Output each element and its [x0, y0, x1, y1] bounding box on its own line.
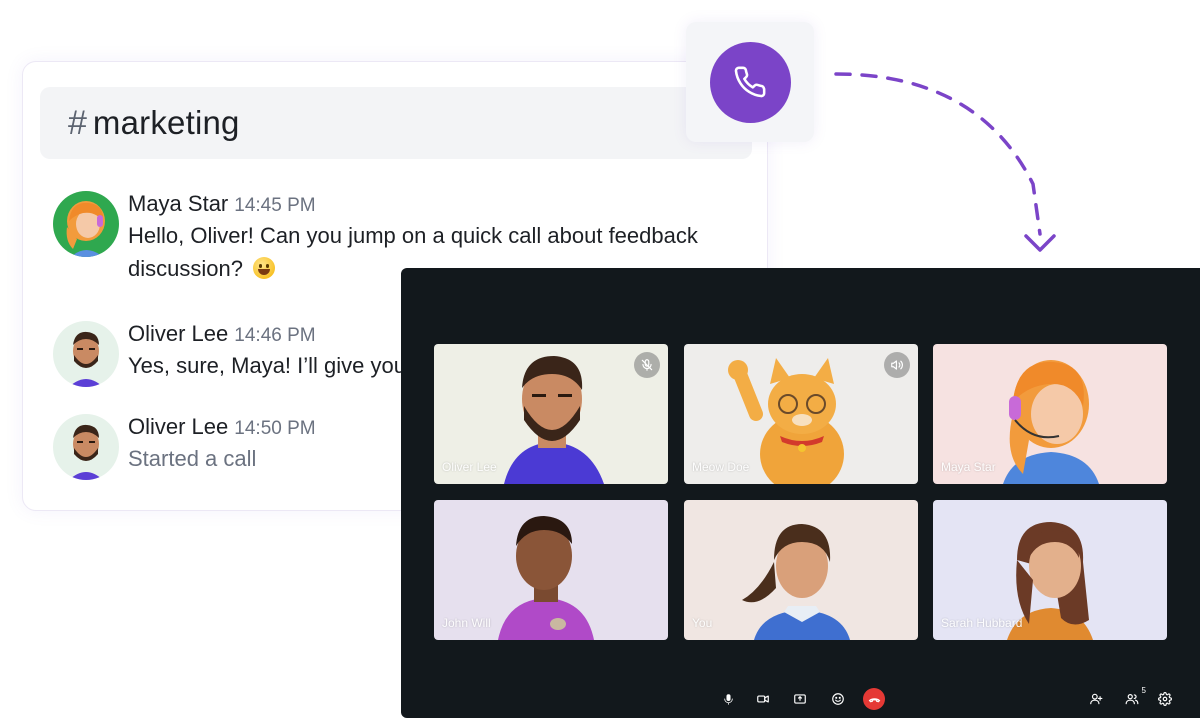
- message-author: Maya Star: [128, 191, 229, 216]
- speaker-icon: [891, 360, 903, 370]
- participant-name: Maya Star: [941, 460, 996, 474]
- camera-icon: [757, 695, 769, 703]
- call-controls: 5: [401, 678, 1200, 718]
- participant-tile[interactable]: John Will: [434, 500, 668, 640]
- message-time: 14:50 PM: [234, 418, 316, 439]
- avatar-oliver[interactable]: [53, 414, 119, 480]
- speaker-badge: [884, 352, 910, 378]
- participant-name: John Will: [442, 616, 491, 630]
- channel-header[interactable]: # marketing: [40, 87, 752, 159]
- grinning-emoji-icon: [253, 257, 276, 279]
- participant-tile[interactable]: Sarah Hubbard: [933, 500, 1167, 640]
- add-person-button[interactable]: [1085, 688, 1107, 710]
- message-text-line2: discussion?: [128, 256, 250, 281]
- participant-video: [684, 500, 918, 640]
- message-text: Started a call: [128, 446, 257, 471]
- message-author: Oliver Lee: [128, 414, 229, 439]
- screen-share-icon: [794, 694, 806, 704]
- participant-name: Meow Doe: [692, 460, 750, 474]
- message-text: Yes, sure, Maya! I’ll give you: [128, 353, 406, 378]
- participants-icon: [1125, 694, 1139, 705]
- message-author: Oliver Lee: [128, 321, 229, 346]
- emoji-icon: [832, 693, 844, 705]
- message-text-line1: Hello, Oliver! Can you jump on a quick c…: [128, 223, 698, 248]
- video-call-panel: Oliver Lee Meow Doe Maya Star John Will …: [401, 268, 1200, 718]
- participant-tile[interactable]: Oliver Lee: [434, 344, 668, 484]
- channel-name: marketing: [92, 104, 240, 141]
- message-time: 14:46 PM: [234, 325, 316, 346]
- dashed-arrow-icon: [834, 72, 1056, 252]
- call-button[interactable]: [709, 41, 791, 123]
- add-person-icon: [1090, 693, 1103, 705]
- screen-share-button[interactable]: [789, 688, 811, 710]
- camera-button[interactable]: [752, 688, 774, 710]
- participant-name: Oliver Lee: [442, 460, 497, 474]
- mic-button[interactable]: [717, 688, 739, 710]
- message-time: 14:45 PM: [234, 195, 316, 216]
- settings-icon: [1158, 692, 1172, 706]
- message-item: Oliver Lee 14:46 PM Yes, sure, Maya! I’l…: [53, 321, 406, 387]
- participants-count: 5: [1141, 686, 1146, 695]
- participant-tile[interactable]: Maya Star: [933, 344, 1167, 484]
- end-call-icon: [868, 697, 880, 702]
- participant-tile[interactable]: You: [684, 500, 918, 640]
- mic-icon: [723, 693, 733, 705]
- call-button-tile: [686, 22, 814, 142]
- participants-button[interactable]: 5: [1121, 686, 1146, 710]
- participant-tile[interactable]: Meow Doe: [684, 344, 918, 484]
- mic-muted-badge: [634, 352, 660, 378]
- mic-muted-icon: [641, 359, 653, 371]
- phone-icon: [734, 66, 766, 98]
- channel-hash: #: [68, 103, 87, 142]
- participant-name: You: [692, 616, 713, 630]
- avatar-maya[interactable]: [53, 191, 119, 257]
- participant-name: Sarah Hubbard: [941, 616, 1023, 630]
- end-call-button[interactable]: [863, 688, 885, 710]
- message-item: Oliver Lee 14:50 PM Started a call: [53, 414, 316, 480]
- emoji-button[interactable]: [827, 688, 849, 710]
- avatar-oliver[interactable]: [53, 321, 119, 387]
- settings-button[interactable]: [1154, 688, 1176, 710]
